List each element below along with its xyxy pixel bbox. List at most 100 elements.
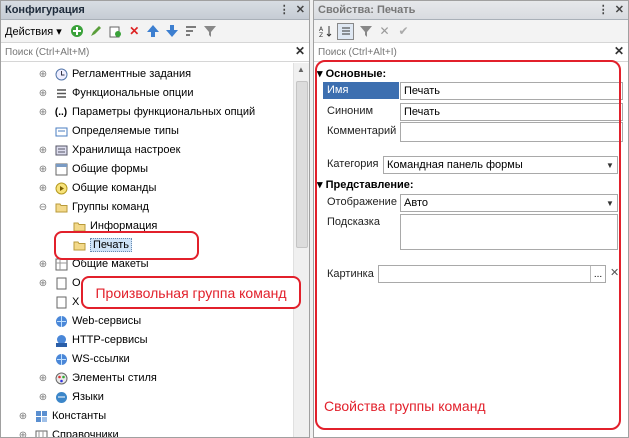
tree-item-label: HTTP-сервисы (72, 334, 148, 346)
configuration-title: Конфигурация (5, 4, 85, 16)
apply-icon[interactable]: ✔ (396, 24, 411, 39)
move-up-icon[interactable] (146, 24, 161, 39)
tree-item[interactable]: ⊕ Константы (17, 407, 106, 425)
cancel-icon[interactable]: ✕ (377, 24, 392, 39)
clear-search-icon[interactable]: ✕ (295, 44, 305, 58)
panel-menu-icon[interactable]: ⋮ (279, 3, 290, 16)
tree-item-label: О (72, 277, 81, 289)
tree-scrollbar[interactable]: ▲ (293, 63, 309, 437)
tree-item[interactable]: ⊕ Функциональные опции (37, 84, 194, 102)
tree-item[interactable]: ⊖ Группы команд (37, 198, 149, 216)
doc-icon (54, 295, 68, 309)
properties-toolbar: AZ ✕ ✔ (314, 20, 628, 43)
globe-icon (54, 314, 68, 328)
lang-icon (54, 390, 68, 404)
tree-item-label: Web-сервисы (72, 315, 142, 327)
tree-item[interactable]: ⊕ Справочники (17, 426, 119, 438)
copy-icon[interactable] (108, 24, 123, 39)
tree-item[interactable]: ⊕ Хранилища настроек (37, 141, 181, 159)
properties-search-input[interactable] (314, 45, 580, 59)
scrollbar-thumb[interactable] (296, 81, 308, 248)
configuration-search: ✕ (1, 43, 309, 62)
form-icon (54, 162, 68, 176)
tree-item[interactable]: ⊕ Общие формы (37, 160, 148, 178)
sort-alpha-icon[interactable]: AZ (318, 24, 333, 39)
command-icon (54, 181, 68, 195)
configuration-titlebar: Конфигурация ⋮ ✕ (1, 1, 309, 20)
highlight-properties (315, 60, 621, 430)
tree-item[interactable]: Web-сервисы (37, 312, 141, 330)
expand-icon[interactable]: ⊕ (37, 183, 49, 194)
configuration-search-input[interactable] (1, 45, 277, 59)
tree-item-label: Параметры функциональных опций (72, 106, 256, 118)
const-icon (34, 409, 48, 423)
types-icon (54, 124, 68, 138)
http-icon (54, 333, 68, 347)
clock-icon (54, 67, 68, 81)
tree-item[interactable]: ⊕ Общие команды (37, 179, 156, 197)
tree-item[interactable]: ⊕ Языки (37, 388, 104, 406)
tree-item-label: Хранилища настроек (72, 144, 181, 156)
tree-item[interactable]: HTTP-сервисы (37, 331, 148, 349)
properties-titlebar: Свойства: Печать ⋮ ✕ (314, 1, 628, 20)
tree-item-label: WS-ссылки (72, 353, 130, 365)
expand-icon[interactable]: ⊕ (37, 69, 49, 80)
svg-text:Z: Z (319, 32, 323, 38)
sort-icon[interactable] (184, 24, 199, 39)
move-down-icon[interactable] (165, 24, 180, 39)
delete-icon[interactable]: ✕ (127, 24, 142, 39)
catalog-icon (34, 428, 48, 437)
configuration-panel: Конфигурация ⋮ ✕ Действия ▾ ✕ Поиск (Ctr… (0, 0, 310, 438)
tree-item[interactable]: ⊕ (..) Параметры функциональных опций (37, 103, 255, 121)
tree-item[interactable]: ⊕ Регламентные задания (37, 65, 191, 83)
folder-icon (54, 200, 68, 214)
expand-icon[interactable]: ⊕ (17, 430, 29, 438)
tree-item[interactable]: WS-ссылки (37, 350, 130, 368)
storage-icon (54, 143, 68, 157)
tree-item-label: Справочники (52, 429, 119, 438)
highlight-selected-item (54, 231, 199, 260)
callout-custom-command-group: Произвольная группа команд (81, 276, 301, 309)
collapse-icon[interactable]: ⊖ (37, 202, 49, 213)
tree-item-label: Определяемые типы (72, 125, 179, 137)
tree-item[interactable]: ⊕ Элементы стиля (37, 369, 157, 387)
style-icon (54, 371, 68, 385)
expand-icon[interactable]: ⊕ (37, 373, 49, 384)
actions-menu[interactable]: Действия ▾ (5, 25, 62, 38)
tree-item-label: Группы команд (72, 201, 149, 213)
globe-icon (54, 352, 68, 366)
add-icon[interactable] (70, 24, 85, 39)
doc-icon (54, 276, 68, 290)
expand-icon[interactable]: ⊕ (37, 145, 49, 156)
tree-item-label: Элементы стиля (72, 372, 157, 384)
tree-item[interactable]: Х (37, 293, 79, 311)
tree-item-label: Константы (52, 410, 107, 422)
expand-icon[interactable]: ⊕ (37, 164, 49, 175)
tree-item-label: Общие формы (72, 163, 148, 175)
configuration-toolbar: Действия ▾ ✕ (1, 20, 309, 43)
categories-icon[interactable] (337, 22, 354, 40)
expand-icon[interactable]: ⊕ (37, 88, 49, 99)
tree-item[interactable]: Определяемые типы (37, 122, 179, 140)
expand-icon[interactable]: ⊕ (37, 107, 49, 118)
options-icon (54, 86, 68, 100)
clear-search-icon[interactable]: ✕ (614, 44, 624, 58)
tree-item-label: Общие команды (72, 182, 157, 194)
close-icon[interactable]: ✕ (615, 3, 624, 16)
filter-icon[interactable] (358, 24, 373, 39)
filter-icon[interactable] (203, 24, 218, 39)
tree-item[interactable]: ⊕ О (37, 274, 81, 292)
tree-item-label: Х (72, 296, 80, 308)
tree-item-label: Языки (72, 391, 104, 403)
scroll-up-icon[interactable]: ▲ (297, 65, 305, 74)
close-icon[interactable]: ✕ (296, 3, 305, 16)
expand-icon[interactable]: ⊕ (37, 392, 49, 403)
expand-icon[interactable]: ⊕ (37, 259, 49, 270)
tree-item-label: Регламентные задания (72, 68, 192, 80)
tree-item-label: Функциональные опции (72, 87, 194, 99)
edit-icon[interactable] (89, 24, 104, 39)
panel-menu-icon[interactable]: ⋮ (598, 3, 609, 16)
properties-title: Свойства: Печать (318, 4, 416, 16)
expand-icon[interactable]: ⊕ (37, 278, 49, 289)
expand-icon[interactable]: ⊕ (17, 411, 29, 422)
